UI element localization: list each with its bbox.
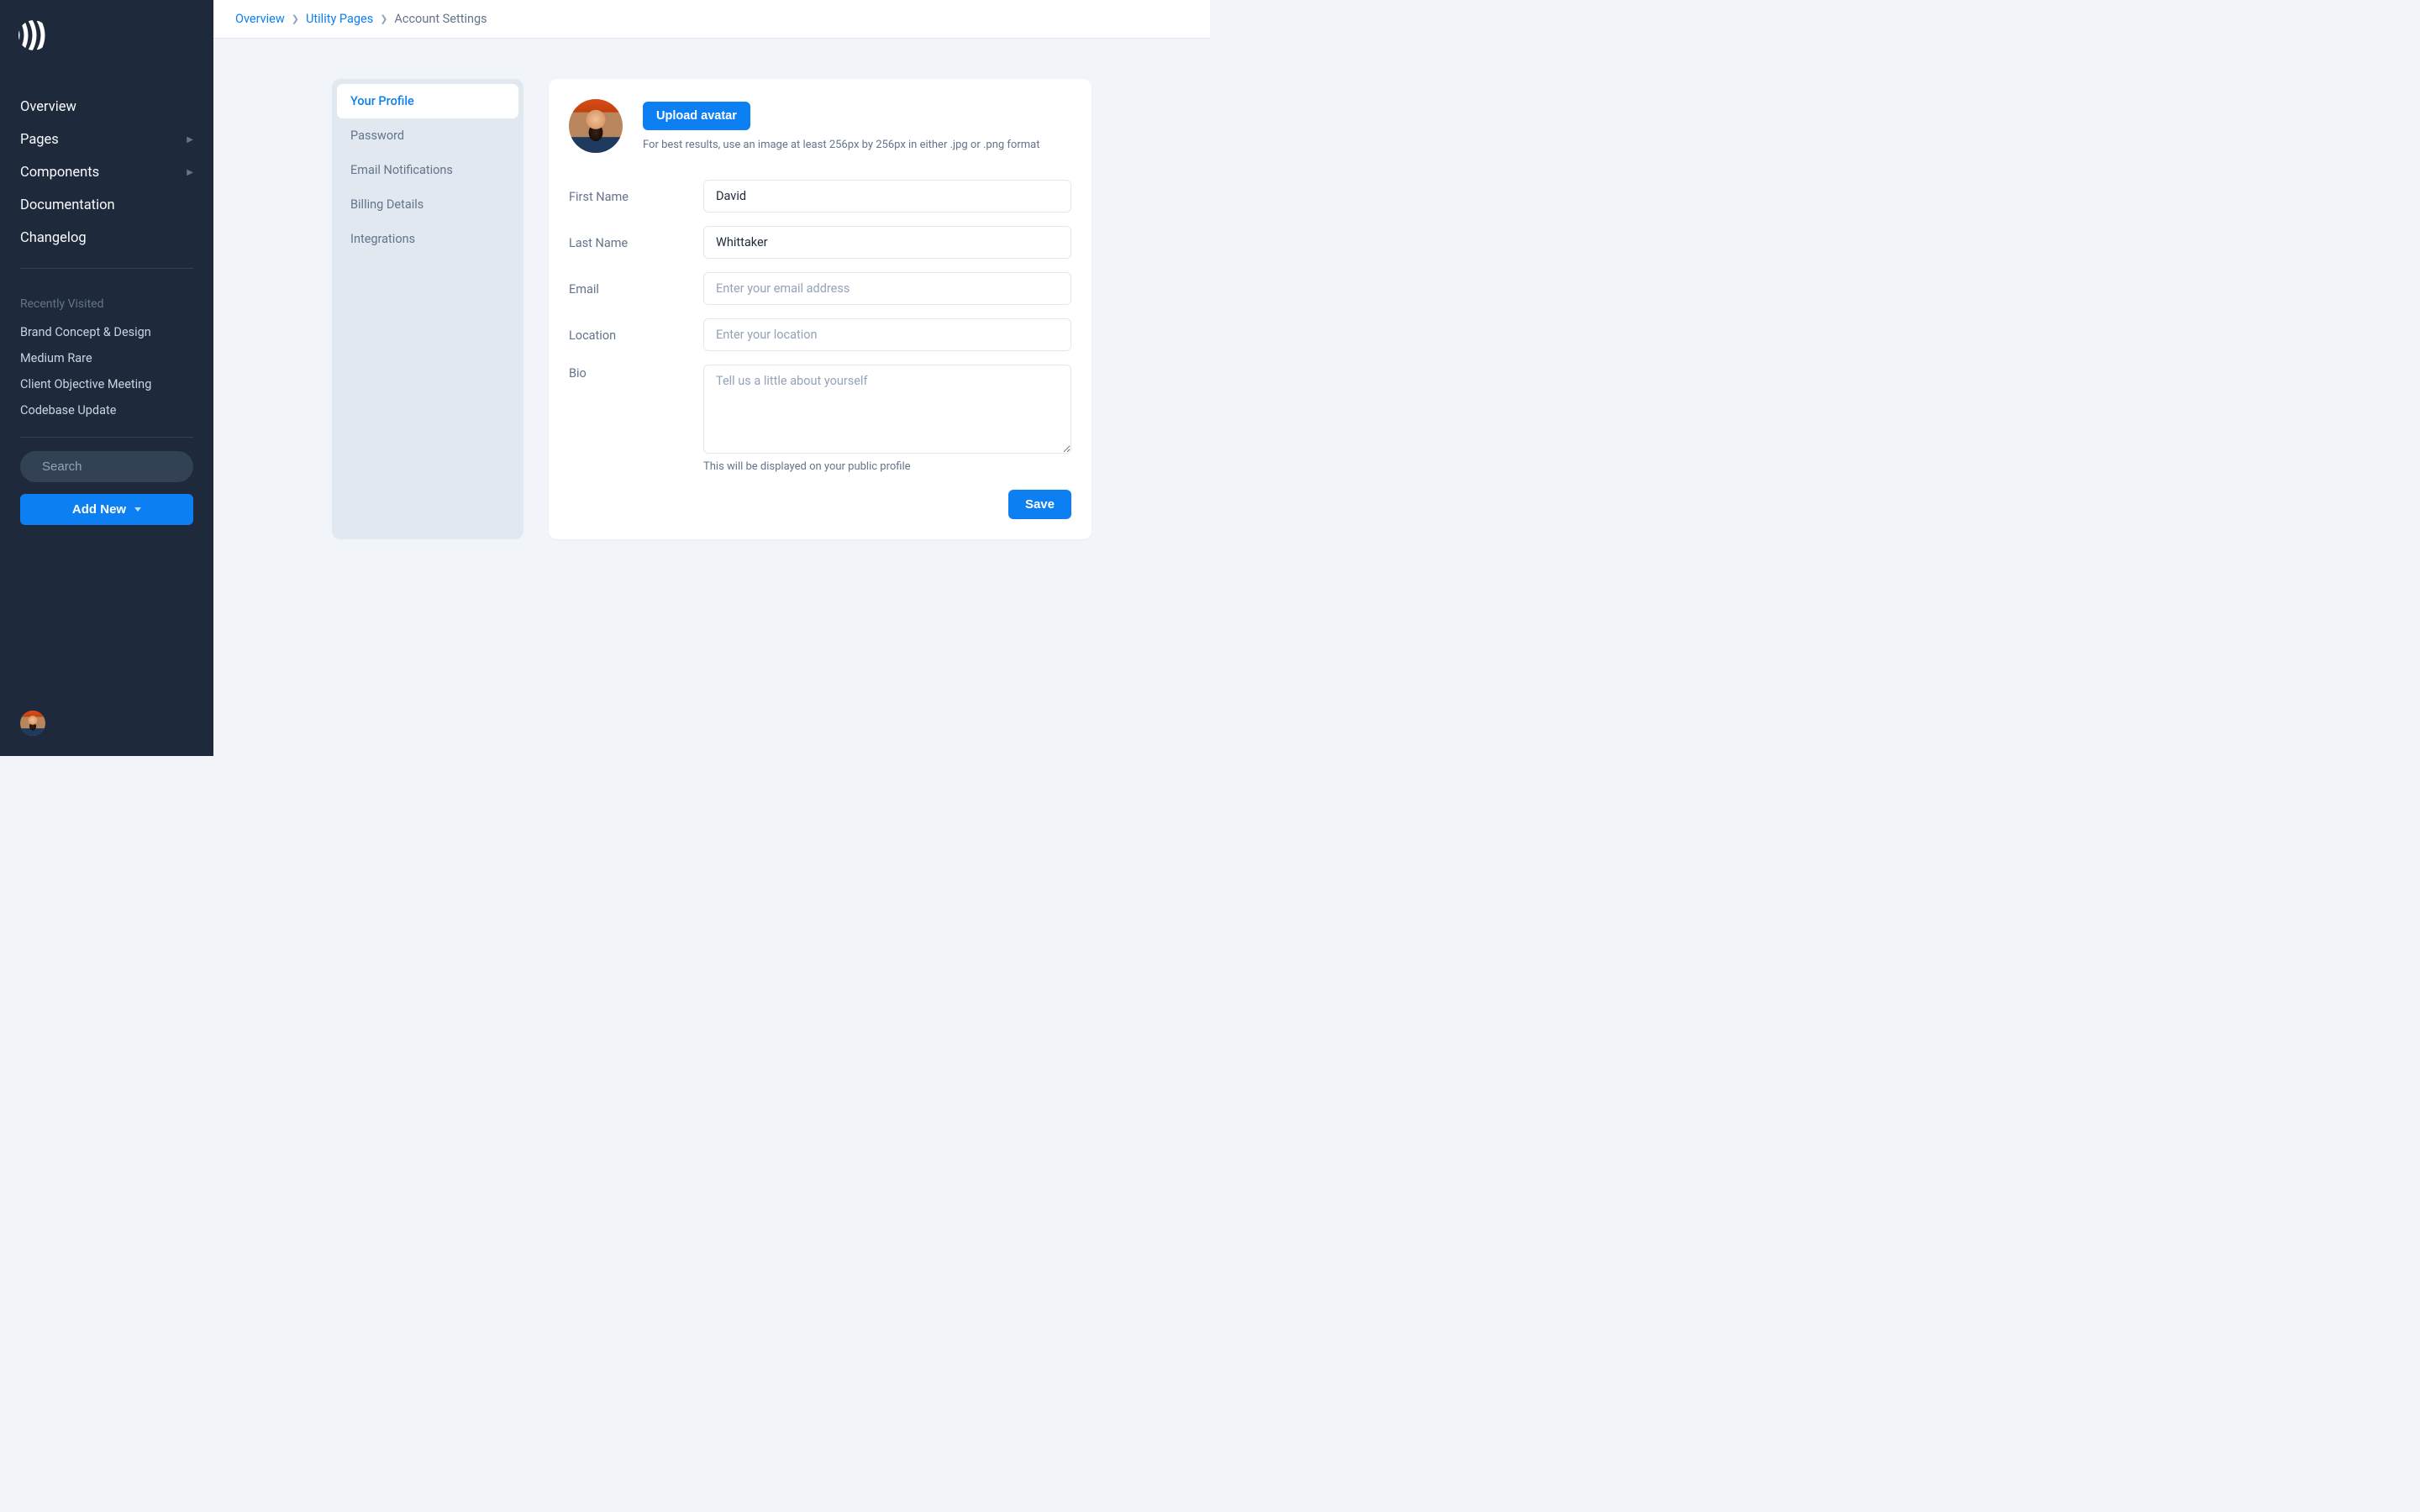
email-label: Email: [569, 281, 703, 297]
recent-heading: Recently Visited: [0, 297, 213, 319]
nav-label: Changelog: [20, 230, 87, 246]
content: Your Profile Password Email Notification…: [281, 39, 1142, 580]
breadcrumb: Overview ❯ Utility Pages ❯ Account Setti…: [213, 0, 1210, 39]
upload-hint: For best results, use an image at least …: [643, 139, 1039, 151]
recent-item[interactable]: Client Objective Meeting: [0, 371, 213, 397]
form-row-bio: Bio: [569, 365, 1071, 454]
nav-components[interactable]: Components ▶: [0, 156, 213, 189]
nav-overview[interactable]: Overview: [0, 91, 213, 123]
settings-tab-profile[interactable]: Your Profile: [337, 84, 518, 118]
save-button[interactable]: Save: [1008, 490, 1071, 519]
add-new-label: Add New: [72, 502, 126, 517]
recent-item[interactable]: Medium Rare: [0, 345, 213, 371]
settings-tab-password[interactable]: Password: [337, 118, 518, 153]
location-label: Location: [569, 327, 703, 343]
breadcrumb-link[interactable]: Overview: [235, 12, 285, 26]
settings-tab-email[interactable]: Email Notifications: [337, 153, 518, 187]
chevron-right-icon: ▶: [187, 135, 193, 144]
divider: [20, 437, 193, 438]
breadcrumb-link[interactable]: Utility Pages: [306, 12, 373, 26]
profile-card: Upload avatar For best results, use an i…: [549, 79, 1092, 539]
avatar-image: [569, 99, 623, 153]
last-name-input[interactable]: [703, 226, 1071, 259]
caret-down-icon: [134, 507, 141, 512]
settings-nav: Your Profile Password Email Notification…: [332, 79, 523, 539]
add-new-button[interactable]: Add New: [20, 494, 193, 525]
nav-documentation[interactable]: Documentation: [0, 189, 213, 222]
last-name-label: Last Name: [569, 234, 703, 250]
breadcrumb-current: Account Settings: [394, 12, 487, 26]
avatar-section: Upload avatar For best results, use an i…: [569, 99, 1071, 153]
card-actions: Save: [569, 490, 1071, 519]
sidebar: Overview Pages ▶ Components ▶ Documentat…: [0, 0, 213, 756]
form-row-email: Email: [569, 272, 1071, 305]
app-logo-icon: [18, 20, 49, 50]
search-input[interactable]: [42, 459, 209, 474]
chevron-right-icon: ❯: [292, 13, 299, 24]
bio-label: Bio: [569, 365, 703, 381]
settings-tab-integrations[interactable]: Integrations: [337, 222, 518, 256]
first-name-input[interactable]: [703, 180, 1071, 213]
chevron-right-icon: ▶: [187, 168, 193, 177]
nav-pages[interactable]: Pages ▶: [0, 123, 213, 156]
recent-item[interactable]: Codebase Update: [0, 397, 213, 423]
settings-tab-billing[interactable]: Billing Details: [337, 187, 518, 222]
avatar: [569, 99, 623, 153]
bio-textarea[interactable]: [703, 365, 1071, 454]
nav-label: Documentation: [20, 197, 115, 213]
location-input[interactable]: [703, 318, 1071, 351]
upload-avatar-button[interactable]: Upload avatar: [643, 102, 750, 130]
nav-label: Pages: [20, 132, 59, 148]
avatar-image: [20, 711, 45, 736]
current-user-avatar[interactable]: [20, 711, 45, 736]
email-input[interactable]: [703, 272, 1071, 305]
main: Overview ❯ Utility Pages ❯ Account Setti…: [213, 0, 1210, 756]
recent-item[interactable]: Brand Concept & Design: [0, 319, 213, 345]
form-row-last-name: Last Name: [569, 226, 1071, 259]
search-container[interactable]: [20, 451, 193, 482]
bio-hint: This will be displayed on your public pr…: [703, 460, 1071, 473]
nav-label: Components: [20, 165, 99, 181]
chevron-right-icon: ❯: [380, 13, 387, 24]
first-name-label: First Name: [569, 188, 703, 204]
divider: [20, 268, 193, 269]
form-row-location: Location: [569, 318, 1071, 351]
form-row-first-name: First Name: [569, 180, 1071, 213]
nav-label: Overview: [20, 99, 76, 115]
nav-changelog[interactable]: Changelog: [0, 222, 213, 255]
